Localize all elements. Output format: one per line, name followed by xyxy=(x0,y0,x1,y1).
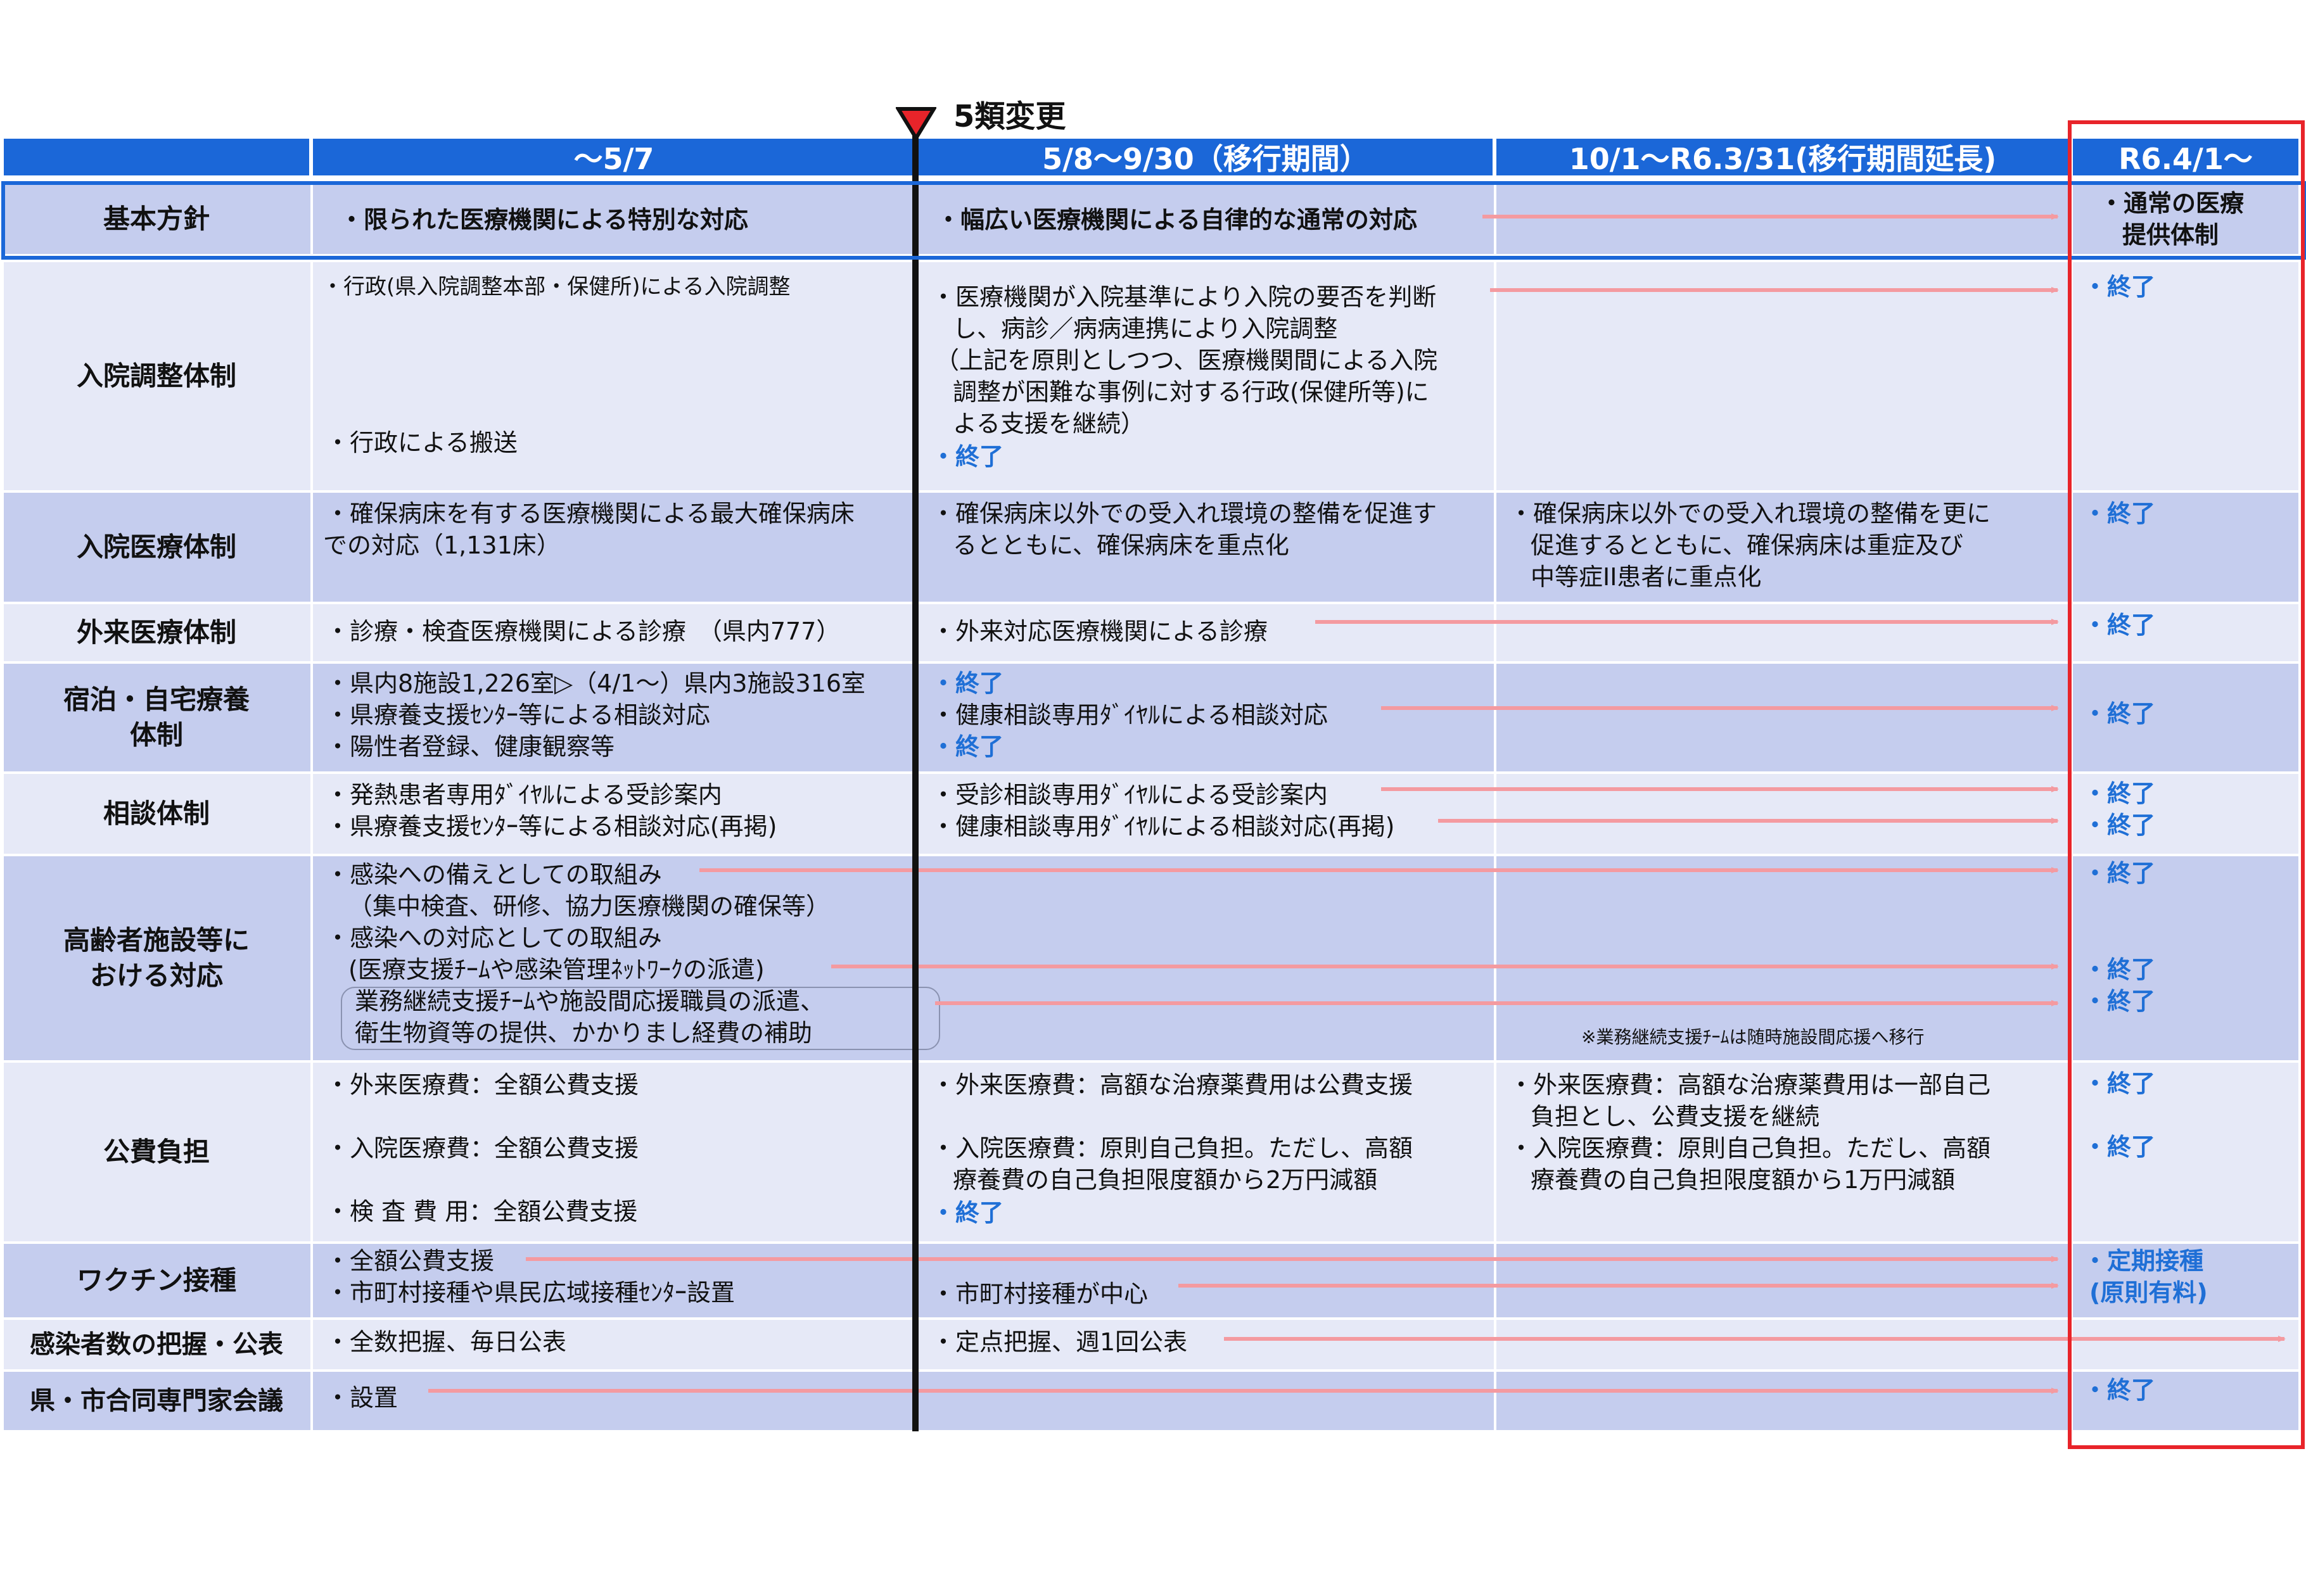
transition-line xyxy=(912,134,919,1431)
basic-policy-highlight xyxy=(1,181,2306,260)
r6-column-highlight xyxy=(2068,120,2305,1449)
